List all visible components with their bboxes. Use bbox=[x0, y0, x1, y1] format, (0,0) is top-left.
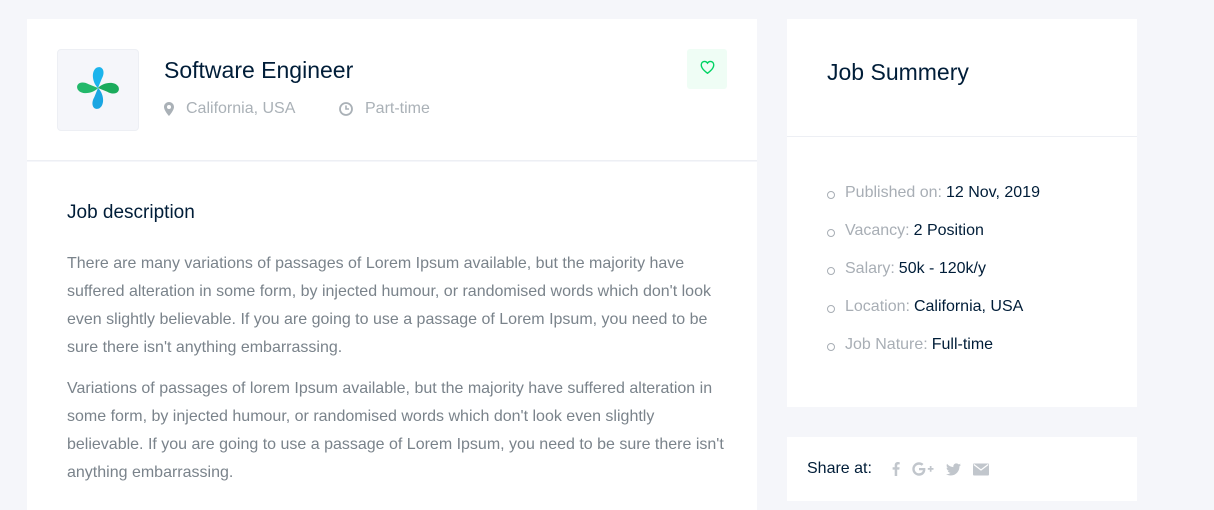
summary-value: 50k - 120k/y bbox=[898, 260, 986, 277]
summary-value: 12 Nov, 2019 bbox=[945, 184, 1040, 201]
share-card: Share at: bbox=[787, 437, 1137, 501]
job-summary-list: Published on: 12 Nov, 2019 Vacancy: 2 Po… bbox=[827, 184, 1040, 374]
summary-item-published: Published on: 12 Nov, 2019 bbox=[827, 184, 1040, 222]
clock-icon bbox=[339, 102, 353, 116]
facebook-icon[interactable] bbox=[892, 462, 900, 476]
share-label: Share at: bbox=[807, 460, 872, 477]
heart-icon bbox=[700, 60, 715, 79]
summary-value: California, USA bbox=[913, 298, 1024, 315]
summary-label: Published on: bbox=[845, 184, 942, 201]
circle-bullet-icon bbox=[827, 191, 835, 199]
job-location: California, USA bbox=[164, 100, 295, 118]
circle-bullet-icon bbox=[827, 267, 835, 275]
job-location-text: California, USA bbox=[186, 100, 296, 117]
circle-bullet-icon bbox=[827, 343, 835, 351]
google-plus-icon[interactable] bbox=[912, 462, 934, 476]
summary-value: Full-time bbox=[931, 336, 994, 353]
clover-logo-icon bbox=[72, 62, 124, 119]
job-summary-header: Job Summery bbox=[787, 19, 1137, 137]
twitter-icon[interactable] bbox=[945, 462, 961, 476]
summary-label: Vacancy: bbox=[845, 222, 910, 239]
job-description-paragraph: There are many variations of passages of… bbox=[67, 255, 711, 356]
favorite-button[interactable] bbox=[687, 49, 727, 89]
job-description-heading: Job description bbox=[67, 202, 195, 223]
circle-bullet-icon bbox=[827, 229, 835, 237]
summary-label: Salary: bbox=[845, 260, 895, 277]
summary-item-job-nature: Job Nature: Full-time bbox=[827, 336, 1040, 374]
summary-item-vacancy: Vacancy: 2 Position bbox=[827, 222, 1040, 260]
job-description-card: Job description There are many variation… bbox=[27, 162, 757, 510]
company-logo bbox=[57, 49, 139, 131]
summary-label: Location: bbox=[845, 298, 910, 315]
summary-label: Job Nature: bbox=[845, 336, 928, 353]
map-marker-icon bbox=[164, 102, 174, 116]
job-summary-card: Job Summery Published on: 12 Nov, 2019 V… bbox=[787, 19, 1137, 407]
envelope-icon[interactable] bbox=[972, 463, 989, 476]
job-description-paragraph: Variations of passages of lorem Ipsum av… bbox=[67, 380, 724, 481]
job-header-card: Software Engineer California, USA Part-t… bbox=[27, 19, 757, 161]
summary-item-salary: Salary: 50k - 120k/y bbox=[827, 260, 1040, 298]
job-type-text: Part-time bbox=[365, 100, 430, 117]
summary-item-location: Location: California, USA bbox=[827, 298, 1040, 336]
job-title: Software Engineer bbox=[164, 57, 354, 83]
summary-value: 2 Position bbox=[913, 222, 984, 239]
job-summary-title: Job Summery bbox=[827, 59, 969, 85]
job-type: Part-time bbox=[339, 100, 430, 118]
circle-bullet-icon bbox=[827, 305, 835, 313]
